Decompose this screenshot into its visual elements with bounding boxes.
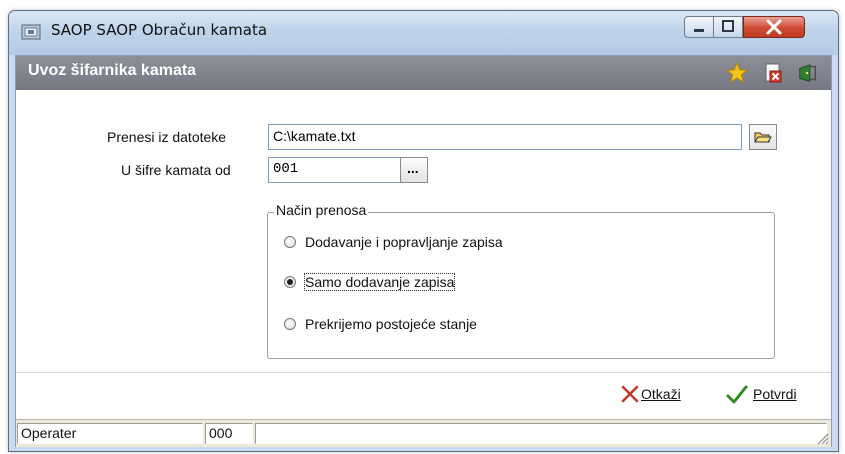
confirm-label: Potvrdi xyxy=(753,386,797,402)
browse-file-button[interactable] xyxy=(749,124,777,150)
radio-add-only[interactable] xyxy=(284,276,296,288)
dialog-header: Uvoz šifarnika kamata xyxy=(16,56,831,90)
maximize-icon xyxy=(722,20,734,32)
radio-overwrite[interactable] xyxy=(284,318,296,330)
exit-icon[interactable] xyxy=(797,62,819,84)
cancel-button[interactable]: Otkaži xyxy=(621,383,701,407)
status-user-code: 000 xyxy=(205,423,253,444)
radio-add-and-update[interactable] xyxy=(284,236,296,248)
star-icon[interactable] xyxy=(726,62,748,84)
close-icon xyxy=(766,19,782,35)
code-label: U šifre kamata od xyxy=(121,162,231,178)
radio-add-only-label[interactable]: Samo dodavanje zapisa xyxy=(303,273,456,291)
app-window: SAOP SAOP Obračun kamata Uvoz šifarnika … xyxy=(8,10,839,452)
dialog-title: Uvoz šifarnika kamata xyxy=(28,62,197,79)
close-document-icon[interactable] xyxy=(762,62,784,84)
minimize-button[interactable] xyxy=(684,16,714,38)
radio-selected-dot xyxy=(287,279,293,285)
confirm-button[interactable]: Potvrdi xyxy=(726,383,821,407)
code-input[interactable]: 001 xyxy=(268,157,401,183)
checkmark-icon xyxy=(726,385,748,404)
maximize-button[interactable] xyxy=(713,16,743,38)
minimize-icon xyxy=(694,29,704,32)
ellipsis-icon: ... xyxy=(407,160,419,176)
folder-open-icon xyxy=(754,132,772,143)
file-path-input[interactable]: C:\kamate.txt xyxy=(268,124,742,150)
title-bar[interactable]: SAOP SAOP Obračun kamata xyxy=(9,11,838,55)
dialog-body: Uvoz šifarnika kamata Prenesi iz datotek… xyxy=(15,55,832,447)
radio-overwrite-label[interactable]: Prekrijemo postojeće stanje xyxy=(305,316,477,332)
radio-add-and-update-label[interactable]: Dodavanje i popravljanje zapisa xyxy=(305,234,503,250)
window-title: SAOP SAOP Obračun kamata xyxy=(51,21,268,39)
status-bar: Operater 000 xyxy=(16,419,831,447)
app-icon xyxy=(21,24,41,40)
cancel-x-icon xyxy=(621,385,639,403)
cancel-label: Otkaži xyxy=(641,386,681,402)
status-user-label: Operater xyxy=(17,423,203,444)
code-lookup-button[interactable]: ... xyxy=(400,157,428,183)
close-button[interactable] xyxy=(743,16,805,38)
footer-divider xyxy=(16,372,831,373)
resize-grip-icon[interactable] xyxy=(815,431,829,445)
status-message xyxy=(255,423,827,444)
transfer-mode-legend: Način prenosa xyxy=(274,202,369,218)
file-label: Prenesi iz datoteke xyxy=(107,129,227,145)
